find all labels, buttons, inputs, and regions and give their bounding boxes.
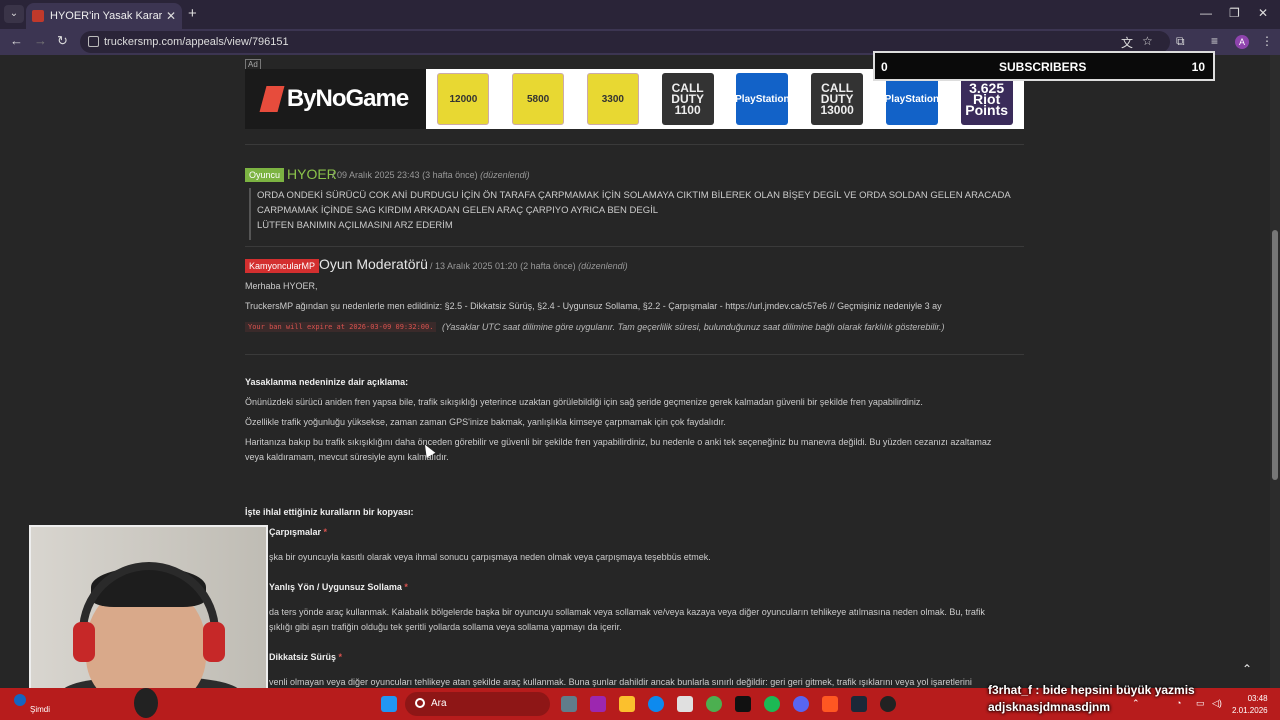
rules-heading: İşte ihlal ettiğiniz kuralların bir kopy… xyxy=(245,507,414,517)
headset-earcup xyxy=(73,622,95,662)
subscriber-goal: 10 xyxy=(1191,60,1205,74)
steam-icon[interactable] xyxy=(851,696,867,712)
subscriber-label: SUBSCRIBERS xyxy=(999,60,1087,74)
epic-games-icon[interactable] xyxy=(735,696,751,712)
ban-expiry-note: (Yasaklar UTC saat dilimine göre uygulan… xyxy=(442,322,945,332)
app-icon[interactable] xyxy=(822,696,838,712)
minimize-icon[interactable]: — xyxy=(1200,6,1212,20)
appeal-line: ORDA ONDEKİ SÜRÜCÜ COK ANİ DURDUGU İÇİN … xyxy=(257,190,1011,201)
rule-text: venli olmayan veya diğer oyuncuları tehl… xyxy=(269,677,972,687)
translate-icon[interactable]: 文 xyxy=(1121,34,1133,51)
rule-text: da ters yönde araç kullanmak. Kalabalık … xyxy=(269,607,985,617)
comment-meta: / 13 Aralık 2025 01:20 (2 hafta önce) (d… xyxy=(430,261,628,271)
bynogame-logo-icon xyxy=(259,86,285,112)
new-tab-icon[interactable]: + xyxy=(188,5,197,22)
divider xyxy=(245,354,1024,355)
forward-icon[interactable]: → xyxy=(34,33,47,48)
windows-start-icon[interactable] xyxy=(381,696,397,712)
spotify-icon[interactable] xyxy=(764,696,780,712)
ad-product[interactable]: PlayStation xyxy=(735,73,790,125)
page-scrollbar[interactable] xyxy=(1270,55,1280,688)
reasons-heading: Yasaklanma nedeninize dair açıklama: xyxy=(245,377,409,387)
rule-text: şıklığı gibi aşırı trafiğin olduğu tek ş… xyxy=(269,622,622,632)
profile-avatar[interactable]: A xyxy=(1235,35,1249,49)
rule-title: Yanlış Yön / Uygunsuz Sollama * xyxy=(269,582,408,592)
rule-title: Dikkatsiz Sürüş * xyxy=(269,652,343,662)
volume-icon[interactable]: ◁) xyxy=(1212,698,1222,709)
close-tab-icon[interactable]: ✕ xyxy=(166,9,176,23)
rule-title: Çarpışmalar * xyxy=(269,527,328,537)
tab-title: HYOER'in Yasak Kararına İtiraz xyxy=(50,10,162,22)
ban-expiry-code: Your ban will expire at 2026-03-09 09:32… xyxy=(245,322,437,332)
appeal-text: ORDA ONDEKİ SÜRÜCÜ COK ANİ DURDUGU İÇİN … xyxy=(249,188,1024,240)
weather-label[interactable]: Şimdi xyxy=(30,705,50,714)
weather-icon[interactable] xyxy=(14,694,26,706)
divider xyxy=(245,246,1024,247)
role-badge: KamyoncularMP xyxy=(245,259,320,273)
webcam-feed xyxy=(29,525,268,700)
reason-text: Özellikle trafik yoğunluğu yüksekse, zam… xyxy=(245,417,726,427)
obs-icon[interactable] xyxy=(880,696,896,712)
comment-author[interactable]: Oyun Moderatörü xyxy=(319,256,428,272)
ban-reason-line: TruckersMP ağından şu nedenlerle men edi… xyxy=(245,301,942,311)
close-window-icon[interactable]: ✕ xyxy=(1258,6,1268,20)
appeal-line: LÜTFEN BANIMIN AÇILMASINI ARZ EDERİM xyxy=(257,220,453,231)
rule-text: şka bir oyuncuyla kasıtlı olarak veya ih… xyxy=(269,552,711,562)
menu-dots-icon[interactable]: ⋮ xyxy=(1261,34,1273,48)
site-info-icon[interactable] xyxy=(88,36,99,47)
browser-tab[interactable]: HYOER'in Yasak Kararına İtiraz ✕ xyxy=(26,3,182,29)
task-view-icon[interactable] xyxy=(561,696,577,712)
chat-overlay: f3rhat_f : bide hepsini büyük yazmis adj… xyxy=(988,682,1195,716)
chat-message: f3rhat_f : bide hepsini büyük yazmis xyxy=(988,683,1195,697)
role-badge: Oyuncu xyxy=(245,168,285,182)
streamer-logo-icon xyxy=(134,688,158,718)
favicon-icon xyxy=(32,10,44,22)
widgets-icon[interactable] xyxy=(590,696,606,712)
ad-logo: ByNoGame xyxy=(245,69,426,129)
discord-icon[interactable] xyxy=(793,696,809,712)
comment-author[interactable]: HYOER xyxy=(287,166,337,182)
scrollbar-thumb[interactable] xyxy=(1272,230,1278,480)
reason-text: Önünüzdeki sürücü aniden fren yapsa bile… xyxy=(245,397,923,407)
ad-product[interactable]: CALL DUTY 13000 xyxy=(811,73,864,125)
store-icon[interactable] xyxy=(677,696,693,712)
ad-product[interactable]: CALL DUTY 1100 xyxy=(661,73,714,125)
search-icon xyxy=(415,698,425,708)
restore-icon[interactable]: ❐ xyxy=(1229,6,1240,20)
clock-date: 2.01.2026 xyxy=(1232,706,1268,715)
reason-text: Haritanıza bakıp bu trafik sıkışıklığını… xyxy=(245,437,992,462)
ad-product[interactable]: 3300 xyxy=(586,73,639,125)
media-control-icon[interactable]: ≡ xyxy=(1211,34,1218,48)
appeal-line: CARPMAMAK İÇİNDE SAG KIRDIM ARKADAN GELE… xyxy=(257,205,659,216)
tab-search-button[interactable]: ⌄ xyxy=(4,5,24,23)
comment-meta: / 09 Aralık 2025 23:43 (3 hafta önce) (d… xyxy=(332,170,530,180)
ad-logo-text: ByNoGame xyxy=(286,85,409,112)
chrome-icon[interactable] xyxy=(706,696,722,712)
subscriber-count: 0 xyxy=(881,60,888,74)
tab-strip: ⌄ HYOER'in Yasak Kararına İtiraz ✕ + — ❐… xyxy=(0,0,1280,29)
divider xyxy=(245,144,1024,145)
extensions-icon[interactable]: ⧉ xyxy=(1176,34,1185,49)
bookmark-star-icon[interactable]: ☆ xyxy=(1142,34,1153,48)
back-icon[interactable]: ← xyxy=(10,33,23,48)
greeting-text: Merhaba HYOER, xyxy=(245,281,318,291)
ad-product[interactable]: 12000 xyxy=(437,73,490,125)
edge-icon[interactable] xyxy=(648,696,664,712)
subscriber-goal-overlay: 0 SUBSCRIBERS 10 xyxy=(873,51,1215,81)
ad-product[interactable]: 5800 xyxy=(512,73,565,125)
scroll-to-top-icon[interactable]: ⌃ xyxy=(1242,662,1252,676)
reload-icon[interactable]: ↻ xyxy=(57,33,68,49)
headset-earcup xyxy=(203,622,225,662)
address-bar[interactable]: truckersmp.com/appeals/view/796151 xyxy=(80,31,1170,53)
file-explorer-icon[interactable] xyxy=(619,696,635,712)
network-icon[interactable]: ▭ xyxy=(1196,698,1205,709)
system-clock[interactable]: 03:48 2.01.2026 xyxy=(1232,693,1268,717)
clock-time: 03:48 xyxy=(1247,694,1268,703)
url-text: truckersmp.com/appeals/view/796151 xyxy=(104,36,289,48)
taskbar-search[interactable]: Ara xyxy=(405,692,550,716)
search-placeholder: Ara xyxy=(431,698,447,709)
chat-message: adjsknasjdmnasdjnm xyxy=(988,700,1111,714)
